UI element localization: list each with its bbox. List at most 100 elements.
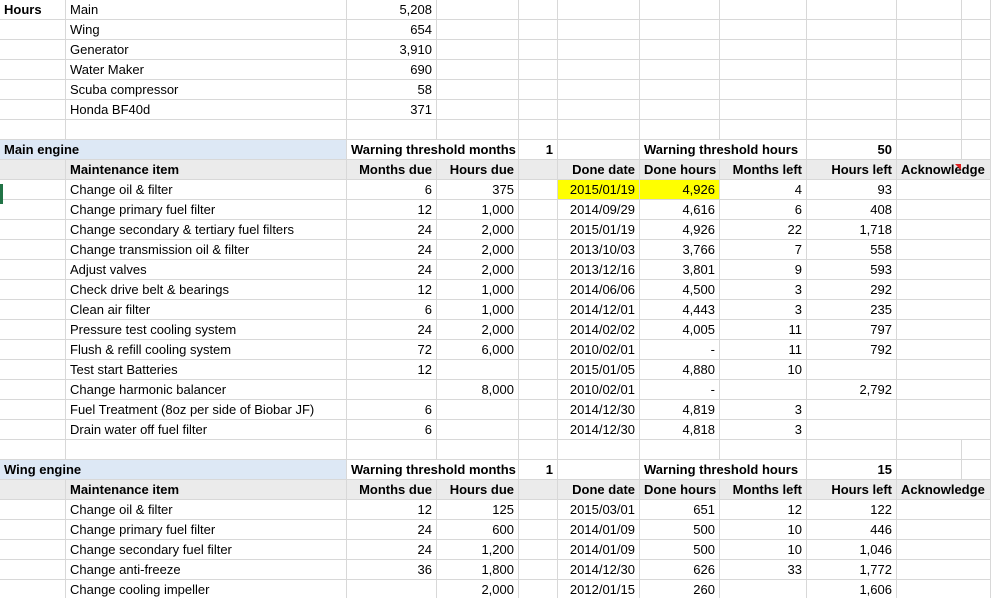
acknowledge[interactable] [897,340,991,360]
done-hours[interactable]: 4,443 [640,300,720,320]
cell[interactable] [519,560,558,580]
acknowledge[interactable] [897,180,991,200]
cell[interactable] [0,160,66,180]
header-months-left[interactable]: Months left [720,160,807,180]
header-hours-left[interactable]: Hours left [807,160,897,180]
hours-due[interactable]: 1,000 [437,200,519,220]
done-date[interactable]: 2015/01/05 [558,360,640,380]
cell[interactable] [897,80,962,100]
cell[interactable] [437,40,519,60]
cell[interactable] [0,540,66,560]
acknowledge[interactable] [897,220,991,240]
cell[interactable] [558,0,640,20]
maintenance-item[interactable]: Change anti-freeze [66,560,347,580]
months-left[interactable]: 33 [720,560,807,580]
cell[interactable] [962,460,991,480]
cell[interactable] [66,440,347,460]
hours-left[interactable]: 1,606 [807,580,897,598]
months-left[interactable]: 6 [720,200,807,220]
maintenance-item[interactable]: Change harmonic balancer [66,380,347,400]
acknowledge[interactable] [897,540,991,560]
hours-due[interactable]: 125 [437,500,519,520]
cell[interactable] [437,80,519,100]
hours-item-value[interactable]: 5,208 [347,0,437,20]
months-left[interactable]: 9 [720,260,807,280]
months-left[interactable] [720,580,807,598]
cell[interactable] [962,440,991,460]
done-date[interactable]: 2014/12/30 [558,400,640,420]
cell[interactable] [437,100,519,120]
cell[interactable] [640,100,720,120]
maintenance-item[interactable]: Change transmission oil & filter [66,240,347,260]
hours-item-value[interactable]: 58 [347,80,437,100]
cell[interactable] [519,160,558,180]
cell[interactable] [519,520,558,540]
spreadsheet-grid[interactable]: Hours Main 5,208 Wing 654 Generator 3,910 Water… [0,0,991,598]
hours-due[interactable] [437,400,519,420]
months-due[interactable]: 24 [347,540,437,560]
months-left[interactable]: 11 [720,320,807,340]
cell[interactable] [0,380,66,400]
hours-left[interactable]: 235 [807,300,897,320]
acknowledge[interactable] [897,360,991,380]
maintenance-item[interactable]: Pressure test cooling system [66,320,347,340]
done-hours[interactable]: 626 [640,560,720,580]
hours-due[interactable] [437,420,519,440]
months-due[interactable] [347,580,437,598]
cell[interactable] [0,360,66,380]
hours-left[interactable]: 292 [807,280,897,300]
done-date[interactable]: 2014/01/09 [558,520,640,540]
done-date[interactable]: 2015/03/01 [558,500,640,520]
cell[interactable] [962,100,991,120]
cell[interactable] [519,300,558,320]
hours-item-value[interactable]: 371 [347,100,437,120]
cell[interactable] [962,20,991,40]
cell[interactable] [0,280,66,300]
hours-item-value[interactable]: 3,910 [347,40,437,60]
cell[interactable] [897,0,962,20]
cell[interactable] [0,480,66,500]
acknowledge[interactable] [897,500,991,520]
done-date[interactable]: 2014/02/02 [558,320,640,340]
done-hours[interactable]: 4,500 [640,280,720,300]
cell[interactable] [807,60,897,80]
cell[interactable] [519,280,558,300]
hours-left[interactable] [807,420,897,440]
cell[interactable] [519,240,558,260]
cell[interactable] [0,200,66,220]
hours-item-name[interactable]: Water Maker [66,60,347,80]
months-left[interactable]: 10 [720,360,807,380]
cell[interactable] [0,120,66,140]
months-due[interactable] [347,380,437,400]
maintenance-item[interactable]: Clean air filter [66,300,347,320]
section-title[interactable]: Main engine [0,140,347,160]
cell[interactable] [519,320,558,340]
header-months-due[interactable]: Months due [347,480,437,500]
done-date[interactable]: 2014/12/01 [558,300,640,320]
cell[interactable] [519,0,558,20]
header-hours-left[interactable]: Hours left [807,480,897,500]
hours-left[interactable]: 1,718 [807,220,897,240]
done-hours[interactable]: 500 [640,520,720,540]
hours-item-value[interactable]: 690 [347,60,437,80]
maintenance-item[interactable]: Adjust valves [66,260,347,280]
header-done-hours[interactable]: Done hours [640,160,720,180]
cell[interactable] [0,260,66,280]
cell[interactable] [720,60,807,80]
hours-due[interactable]: 600 [437,520,519,540]
cell[interactable] [0,180,66,200]
cell[interactable] [0,500,66,520]
cell[interactable] [0,560,66,580]
done-hours[interactable]: - [640,340,720,360]
header-months-left[interactable]: Months left [720,480,807,500]
acknowledge[interactable] [897,240,991,260]
months-due[interactable]: 24 [347,240,437,260]
maintenance-item[interactable]: Test start Batteries [66,360,347,380]
cell[interactable] [519,420,558,440]
cell[interactable] [519,360,558,380]
cell[interactable] [519,220,558,240]
cell[interactable] [640,0,720,20]
cell[interactable] [0,20,66,40]
header-maintenance-item[interactable]: Maintenance item [66,480,347,500]
header-done-date[interactable]: Done date [558,480,640,500]
